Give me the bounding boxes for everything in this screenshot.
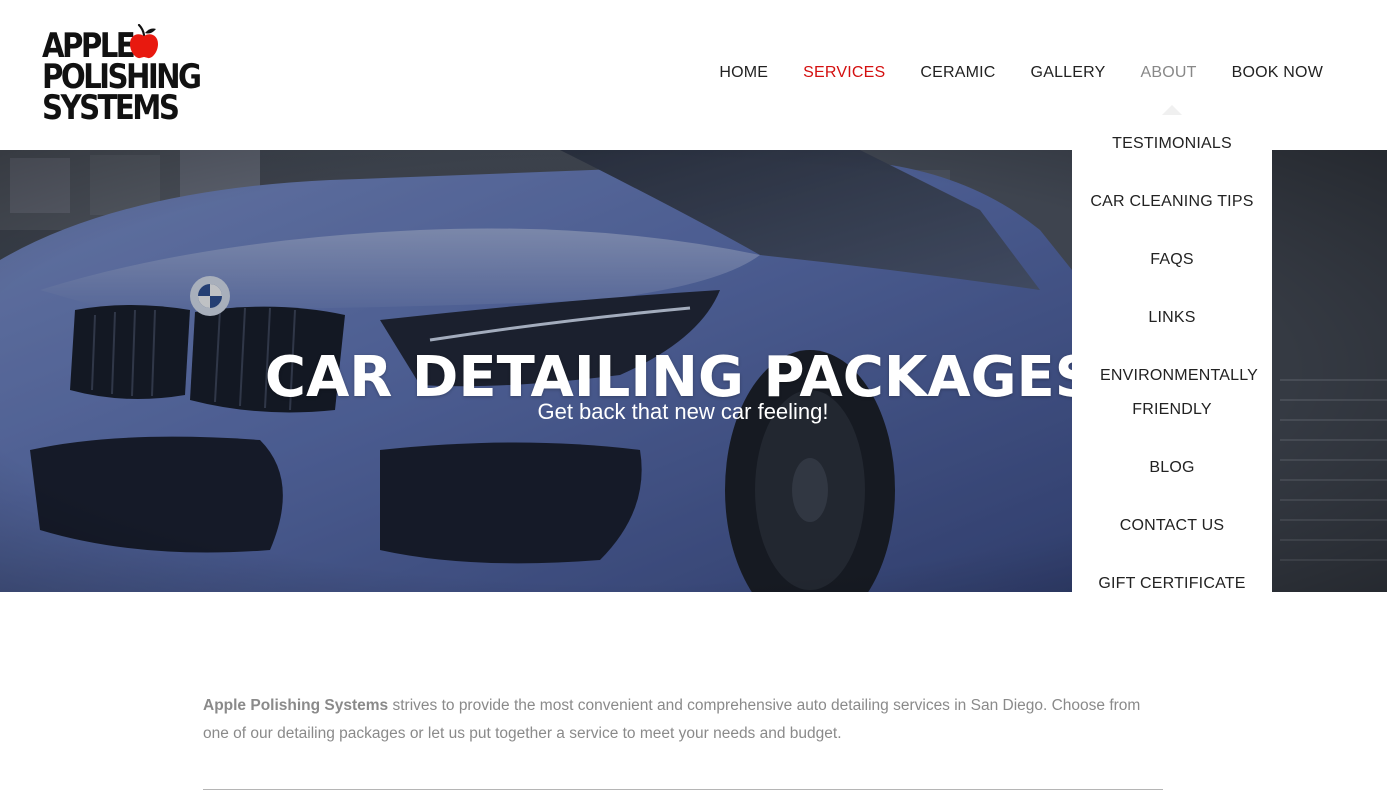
dropdown-item-contact-us[interactable]: CONTACT US [1072,497,1272,555]
dropdown-caret [1162,105,1182,115]
dropdown-item-links[interactable]: LINKS [1072,289,1272,347]
dropdown-item-faqs[interactable]: FAQS [1072,231,1272,289]
dropdown-item-testimonials[interactable]: TESTIMONIALS [1072,114,1272,173]
dropdown-item-environmentally-friendly[interactable]: ENVIRONMENTALLY FRIENDLY [1072,347,1272,439]
page: APPLE POLISHING SYSTEMS HOME SERVICES CE… [0,0,1387,812]
about-dropdown-menu: TESTIMONIALS CAR CLEANING TIPS FAQS LINK… [1072,114,1272,592]
main-nav: HOME SERVICES CERAMIC GALLERY ABOUT BOOK… [684,62,1323,84]
logo-text-line-3: SYSTEMS [42,88,180,128]
nav-home[interactable]: HOME [719,62,768,84]
nav-services[interactable]: SERVICES [803,62,885,84]
dropdown-item-car-cleaning-tips[interactable]: CAR CLEANING TIPS [1072,173,1272,231]
section-divider [203,789,1163,790]
intro-paragraph: Apple Polishing Systems strives to provi… [203,692,1163,748]
nav-ceramic[interactable]: CERAMIC [920,62,995,84]
nav-about[interactable]: ABOUT [1140,62,1196,84]
nav-book-now[interactable]: BOOK NOW [1232,62,1323,84]
site-logo[interactable]: APPLE POLISHING SYSTEMS [42,24,212,128]
apple-icon [130,24,158,59]
dropdown-item-blog[interactable]: BLOG [1072,439,1272,497]
dropdown-item-gift-certificate[interactable]: GIFT CERTIFICATE [1072,555,1272,592]
intro-company-name: Apple Polishing Systems [203,697,389,714]
nav-gallery[interactable]: GALLERY [1031,62,1106,84]
